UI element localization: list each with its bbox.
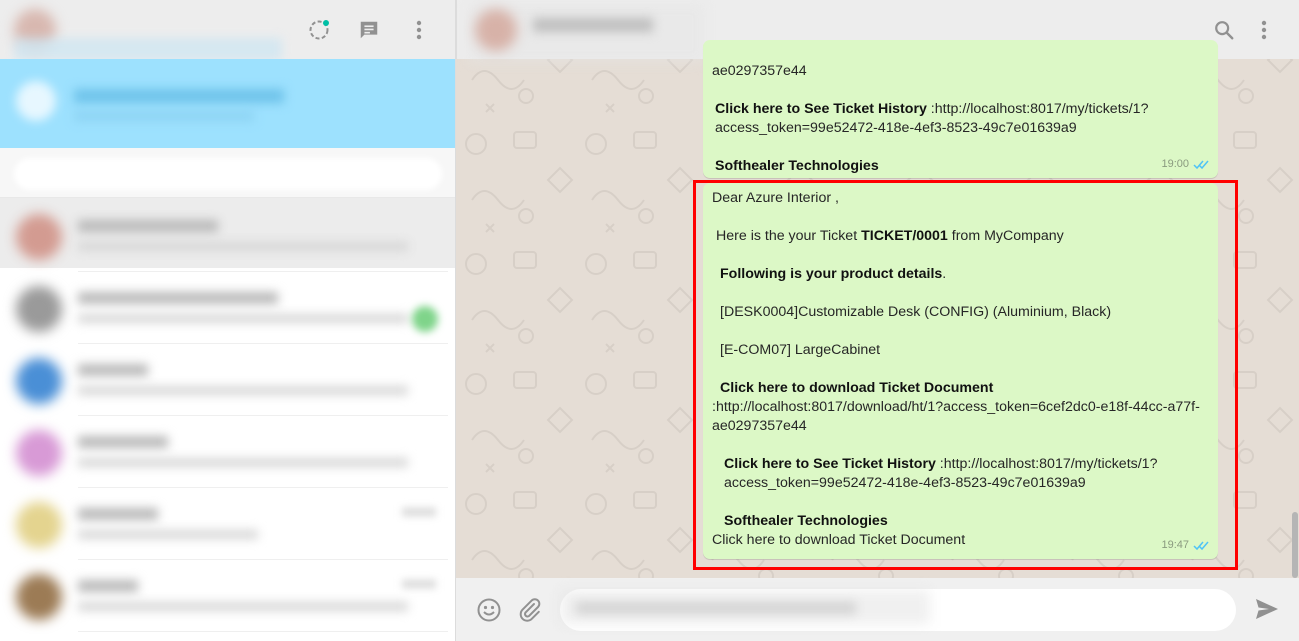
list-item[interactable] — [8, 560, 448, 632]
contact-name[interactable] — [533, 18, 653, 32]
greeting-text: Dear Azure Interior , — [712, 190, 839, 206]
product-line: [DESK0004]Customizable Desk (CONFIG) (Al… — [720, 304, 1112, 320]
blurred-region — [78, 580, 138, 592]
message-text: Click here to download Ticket Document — [712, 379, 1209, 398]
company-name: Softhealer Technologies — [724, 513, 888, 529]
blurred-region — [78, 436, 168, 448]
product-heading-tail: . — [942, 266, 947, 282]
blurred-region — [78, 220, 218, 232]
message-text: Following is your product details. — [712, 265, 1209, 284]
message-text: ae0297357e44 — [712, 63, 807, 79]
message-text: Here is the your Ticket TICKET/0001 from… — [712, 227, 1209, 246]
contact-avatar[interactable] — [475, 9, 517, 51]
avatar — [16, 214, 62, 260]
avatar — [16, 430, 62, 476]
list-item[interactable] — [8, 272, 448, 344]
avatar — [16, 358, 62, 404]
chat-list-panel — [0, 0, 456, 641]
divider — [78, 631, 448, 632]
unread-badge — [412, 306, 438, 332]
message-composer — [456, 578, 1299, 641]
message-input[interactable] — [560, 589, 1236, 631]
company-name: Softhealer Technologies — [715, 158, 879, 174]
blurred-region — [402, 580, 436, 588]
product-heading: Following is your product details — [720, 266, 943, 282]
intro-prefix: Here is the your Ticket — [716, 228, 862, 244]
blurred-region — [402, 508, 436, 516]
blurred-region — [78, 508, 158, 520]
blurred-region — [74, 89, 284, 103]
message-time: 19:47 — [1161, 539, 1189, 551]
scrollbar-thumb[interactable] — [1292, 512, 1298, 578]
paperclip-icon[interactable] — [517, 596, 543, 622]
message-bubble-ticket[interactable]: Dear Azure Interior , Here is the your T… — [703, 183, 1218, 559]
list-item[interactable] — [8, 416, 448, 488]
footer-text: Click here to download Ticket Document — [712, 532, 966, 548]
double-check-icon — [1193, 541, 1209, 551]
blurred-region — [78, 458, 408, 467]
conversation-panel: ae0297357e44 Click here to See Ticket Hi… — [456, 0, 1299, 641]
emoji-icon[interactable] — [476, 597, 502, 623]
download-url[interactable]: :http://localhost:8017/download/ht/1?acc… — [712, 398, 1209, 436]
message-meta: 19:47 — [1161, 536, 1209, 555]
blurred-region — [78, 292, 278, 304]
ticket-number: TICKET/0001 — [861, 228, 948, 244]
blurred-region — [14, 38, 282, 60]
status-icon[interactable] — [306, 17, 332, 43]
avatar — [16, 574, 62, 620]
left-header — [0, 0, 455, 60]
blurred-region — [78, 602, 408, 611]
menu-icon[interactable] — [1251, 17, 1277, 43]
message-text: Click here to See Ticket History :http:/… — [712, 455, 1209, 493]
history-label: Click here to See Ticket History — [715, 101, 927, 117]
chat-list — [8, 128, 448, 641]
message-text: Softhealer Technologies — [712, 512, 1209, 531]
avatar — [16, 502, 62, 548]
blurred-region — [74, 111, 254, 121]
blurred-region — [78, 314, 408, 323]
list-item[interactable] — [8, 488, 448, 560]
intro-suffix: from MyCompany — [947, 228, 1064, 244]
double-check-icon — [1193, 160, 1209, 170]
list-item[interactable] — [8, 344, 448, 416]
message-time: 19:00 — [1161, 158, 1189, 170]
send-icon[interactable] — [1254, 597, 1282, 623]
banner-icon — [16, 81, 56, 121]
blurred-region — [78, 530, 258, 539]
blurred-region — [78, 242, 408, 251]
menu-icon[interactable] — [406, 17, 432, 43]
product-line: [E-COM07] LargeCabinet — [720, 342, 881, 358]
blurred-region — [78, 386, 408, 395]
history-label: Click here to See Ticket History — [724, 456, 936, 472]
blurred-region — [78, 364, 148, 376]
avatar — [16, 286, 62, 332]
download-label: Click here to download Ticket Document — [720, 380, 994, 396]
message-text: Softhealer Technologies — [712, 157, 1209, 176]
new-chat-icon[interactable] — [356, 17, 382, 43]
message-text: Click here to See Ticket History :http:/… — [712, 100, 1209, 138]
message-meta: 19:00 — [1161, 155, 1209, 174]
search-icon[interactable] — [1211, 17, 1237, 43]
list-item[interactable] — [8, 200, 448, 272]
message-bubble-previous[interactable]: ae0297357e44 Click here to See Ticket Hi… — [703, 40, 1218, 178]
